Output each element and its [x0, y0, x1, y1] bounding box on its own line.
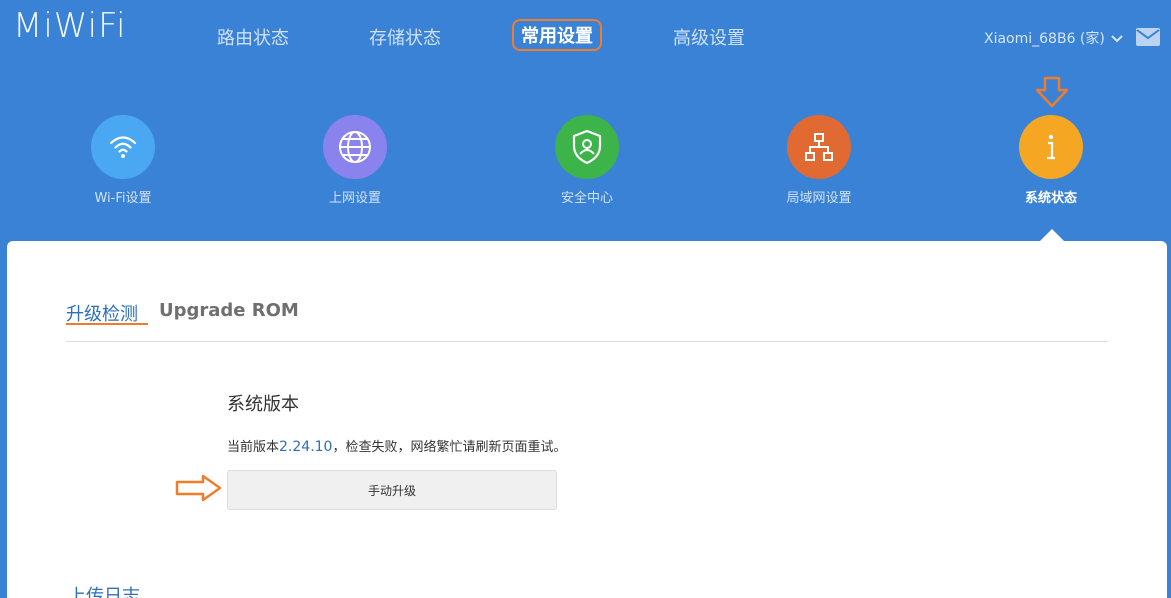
mail-icon[interactable]: [1136, 28, 1160, 46]
annotation-arrow-down-icon: [1035, 76, 1069, 108]
icon-item-security[interactable]: 安全中心: [517, 115, 657, 206]
icon-item-lan[interactable]: 局域网设置: [749, 115, 889, 206]
account-name: Xiaomi_68B6 (家): [984, 31, 1105, 47]
content-panel: [7, 241, 1167, 598]
nav-router-status[interactable]: 路由状态: [217, 24, 289, 50]
icon-label-lan: 局域网设置: [786, 191, 852, 206]
info-icon: [1019, 115, 1083, 179]
nav-common-settings[interactable]: 常用设置: [512, 19, 602, 51]
tab-upgrade-rom[interactable]: Upgrade ROM: [159, 300, 299, 321]
version-number: 2.24.10: [279, 439, 333, 455]
icon-item-system-status[interactable]: 系统状态: [981, 115, 1121, 206]
nav-storage-status[interactable]: 存储状态: [369, 24, 441, 50]
icon-label-internet: 上网设置: [328, 191, 381, 206]
icon-item-wifi[interactable]: Wi-Fi设置: [53, 115, 193, 206]
wifi-icon: [91, 115, 155, 179]
globe-icon: [323, 115, 387, 179]
system-version-title: 系统版本: [227, 394, 299, 415]
tab-active-underline: [66, 323, 148, 325]
shield-user-icon: [555, 115, 619, 179]
version-status-line: 当前版本2.24.10，检查失败，网络繁忙请刷新页面重试。: [227, 436, 566, 455]
icon-item-internet[interactable]: 上网设置: [285, 115, 425, 206]
icon-label-security: 安全中心: [560, 191, 613, 206]
account-menu[interactable]: Xiaomi_68B6 (家): [984, 28, 1123, 48]
active-pointer: [1040, 229, 1064, 241]
miwifi-logo: MiWiFi: [13, 6, 127, 46]
nav-advanced-settings[interactable]: 高级设置: [673, 24, 745, 50]
icon-label-wifi: Wi-Fi设置: [94, 191, 152, 206]
manual-upgrade-button[interactable]: 手动升级: [227, 470, 557, 510]
upload-log-title[interactable]: 上传日志: [68, 582, 140, 598]
version-status-message: ，检查失败，网络繁忙请刷新页面重试。: [332, 440, 567, 455]
version-prefix: 当前版本: [227, 440, 280, 455]
chevron-down-icon: [1111, 32, 1123, 46]
annotation-arrow-right-icon: [175, 474, 222, 502]
icon-label-system-status: 系统状态: [1024, 191, 1077, 206]
network-icon: [787, 115, 851, 179]
divider: [66, 341, 1108, 342]
